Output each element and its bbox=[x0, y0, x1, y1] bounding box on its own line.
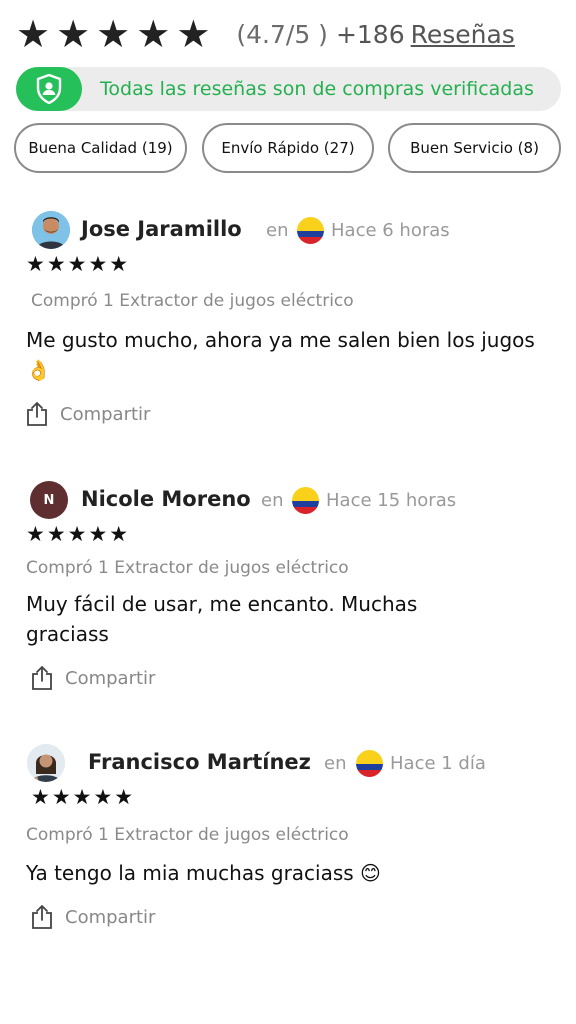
verified-banner: Todas las reseñas son de compras verific… bbox=[16, 67, 561, 111]
share-button[interactable]: Compartir bbox=[31, 904, 155, 930]
avatar: N bbox=[30, 481, 68, 519]
share-label: Compartir bbox=[60, 403, 151, 425]
colombia-flag-icon bbox=[356, 750, 383, 777]
user-photo-icon bbox=[27, 744, 65, 782]
reviews-link[interactable]: Reseñas bbox=[411, 20, 515, 49]
en-label: en bbox=[324, 753, 347, 774]
review-text: Ya tengo la mia muchas graciass 😊 bbox=[26, 861, 381, 885]
reviewer-name: Francisco Martínez bbox=[88, 750, 311, 774]
review-stars: ★★★★★ bbox=[26, 522, 131, 546]
reviewer-name: Nicole Moreno bbox=[81, 487, 251, 511]
chip-buen-servicio[interactable]: Buen Servicio (8) bbox=[388, 123, 561, 173]
verified-badge bbox=[16, 67, 82, 111]
review-text: Muy fácil de usar, me encanto. Muchas gr… bbox=[26, 592, 418, 646]
colombia-flag-icon bbox=[292, 487, 319, 514]
purchased-product: Compró 1 Extractor de jugos eléctrico bbox=[31, 291, 354, 311]
review-text: Me gusto mucho, ahora ya me salen bien l… bbox=[26, 328, 535, 382]
star-icon: ★ bbox=[136, 12, 171, 56]
en-label: en bbox=[261, 490, 284, 511]
share-button[interactable]: Compartir bbox=[31, 665, 155, 691]
share-icon bbox=[32, 905, 52, 929]
filter-chips: Buena Calidad (19) Envío Rápido (27) Bue… bbox=[14, 123, 562, 173]
review-stars: ★★★★★ bbox=[31, 785, 136, 809]
rating-summary: ★ ★ ★ ★ ★ (4.7/5 ) +186 Reseñas bbox=[16, 12, 564, 56]
purchased-product: Compró 1 Extractor de jugos eléctrico bbox=[26, 558, 349, 578]
review-time: Hace 15 horas bbox=[326, 490, 457, 511]
verified-text: Todas las reseñas son de compras verific… bbox=[100, 78, 534, 100]
review-time: Hace 6 horas bbox=[331, 220, 450, 241]
user-photo-icon bbox=[32, 211, 70, 249]
purchased-product: Compró 1 Extractor de jugos eléctrico bbox=[26, 825, 349, 845]
chip-envio-rapido[interactable]: Envío Rápido (27) bbox=[202, 123, 374, 173]
rating-stars: ★ ★ ★ ★ ★ bbox=[16, 12, 210, 56]
avatar-initial: N bbox=[43, 492, 55, 508]
star-icon: ★ bbox=[96, 12, 131, 56]
share-label: Compartir bbox=[65, 667, 156, 689]
review-count: +186 bbox=[335, 19, 405, 49]
en-label: en bbox=[266, 220, 289, 241]
shield-user-icon bbox=[36, 74, 62, 104]
reviewer-name: Jose Jaramillo bbox=[81, 217, 242, 241]
chip-buena-calidad[interactable]: Buena Calidad (19) bbox=[14, 123, 187, 173]
star-icon: ★ bbox=[16, 12, 51, 56]
share-icon bbox=[32, 666, 52, 690]
avatar bbox=[27, 744, 65, 782]
review-time: Hace 1 día bbox=[390, 753, 486, 774]
average-rating: (4.7/5 ) bbox=[236, 19, 328, 49]
review-stars: ★★★★★ bbox=[26, 252, 131, 276]
colombia-flag-icon bbox=[297, 217, 324, 244]
share-label: Compartir bbox=[65, 906, 156, 928]
star-icon: ★ bbox=[176, 12, 211, 56]
share-icon bbox=[27, 402, 47, 426]
reviews-page: ★ ★ ★ ★ ★ (4.7/5 ) +186 Reseñas Todas la… bbox=[0, 0, 576, 1024]
share-button[interactable]: Compartir bbox=[26, 401, 150, 427]
avatar bbox=[32, 211, 70, 249]
star-icon: ★ bbox=[56, 12, 91, 56]
